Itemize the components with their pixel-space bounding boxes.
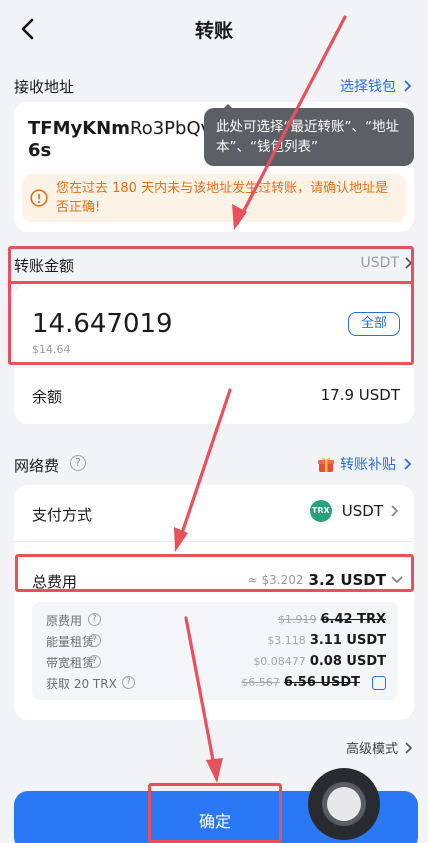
page-title: 转账 bbox=[194, 20, 233, 42]
tooltip-pointer bbox=[220, 104, 236, 112]
chevron-right-icon bbox=[404, 458, 412, 470]
get-trx-checkbox[interactable] bbox=[372, 676, 386, 690]
chevron-right-icon bbox=[405, 741, 413, 754]
annotation-box-confirm bbox=[148, 783, 282, 843]
chevron-right-icon bbox=[391, 505, 399, 517]
fee-row-old-value: $0.08477 bbox=[253, 655, 306, 668]
fee-row-value: 3.11 USDT bbox=[309, 633, 386, 648]
tooltip: 此处可选择“最近转账”、“地址本”、“钱包列表” bbox=[204, 108, 414, 166]
fee-breakdown-row: 获取 20 TRX? $6.567 6.56 USDT bbox=[46, 675, 386, 693]
help-icon[interactable]: ? bbox=[122, 676, 135, 689]
annotation-box-amount bbox=[8, 246, 414, 365]
divider bbox=[14, 541, 414, 542]
select-wallet-label: 选择钱包 bbox=[340, 79, 396, 95]
warning-icon bbox=[30, 189, 48, 207]
payment-method-value: USDT bbox=[341, 502, 383, 520]
fee-row-old-value: $6.567 bbox=[241, 676, 280, 689]
advanced-mode-label: 高级模式 bbox=[345, 742, 398, 757]
fee-row-label: 获取 20 TRX bbox=[46, 677, 117, 691]
tooltip-text: 此处可选择“最近转账”、“地址本”、“钱包列表” bbox=[216, 119, 399, 155]
fee-row-value: 6.42 TRX bbox=[320, 612, 386, 627]
fee-breakdown-row: 原费用? $1.919 6.42 TRX bbox=[46, 612, 386, 630]
chevron-right-icon bbox=[404, 80, 412, 92]
address-warning: 您在过去 180 天内未与该地址发生过转账，请确认地址是否正确! bbox=[22, 174, 406, 222]
advanced-mode-link[interactable]: 高级模式 bbox=[346, 738, 414, 757]
balance-value: 17.9 USDT bbox=[320, 386, 400, 404]
recipient-address[interactable]: TFMyKNmRo3PbQv3k 6s bbox=[28, 118, 233, 162]
fee-row-old-value: $3.118 bbox=[267, 634, 306, 647]
subsidy-label: 转账补贴 bbox=[340, 457, 396, 473]
fee-row-value: 6.56 USDT bbox=[283, 675, 360, 690]
divider bbox=[14, 367, 414, 368]
payment-method-selector[interactable]: TRX USDT bbox=[309, 500, 400, 522]
annotation-box-total-fee bbox=[15, 554, 414, 592]
network-fee-label: 网络费 bbox=[14, 457, 60, 475]
usdt-token-icon: TRX bbox=[309, 500, 332, 522]
subsidy-link[interactable]: 转账补贴 bbox=[317, 454, 414, 474]
annotation-divider bbox=[8, 281, 414, 284]
select-wallet-link[interactable]: 选择钱包 bbox=[340, 76, 414, 96]
help-icon[interactable]: ? bbox=[88, 655, 101, 668]
fee-row-label: 带宽租赁 bbox=[46, 656, 95, 670]
receive-address-label: 接收地址 bbox=[14, 78, 75, 96]
fee-row-value: 0.08 USDT bbox=[309, 654, 386, 669]
fee-breakdown-row: 带宽租赁? $0.08477 0.08 USDT bbox=[46, 654, 386, 672]
balance-label: 余额 bbox=[32, 388, 63, 406]
fee-row-label: 能量租赁 bbox=[46, 635, 95, 649]
help-icon[interactable]: ? bbox=[88, 613, 101, 626]
floating-assistive-button[interactable] bbox=[308, 768, 380, 840]
warning-text: 您在过去 180 天内未与该地址发生过转账，请确认地址是否正确! bbox=[56, 181, 389, 215]
fee-row-label: 原费用 bbox=[46, 614, 83, 628]
help-icon[interactable]: ? bbox=[88, 634, 101, 647]
fee-breakdown-row: 能量租赁? $3.118 3.11 USDT bbox=[46, 633, 386, 651]
help-icon[interactable]: ? bbox=[70, 455, 86, 471]
gift-icon bbox=[318, 457, 334, 472]
payment-method-label: 支付方式 bbox=[32, 506, 93, 524]
fee-row-old-value: $1.919 bbox=[277, 613, 317, 626]
